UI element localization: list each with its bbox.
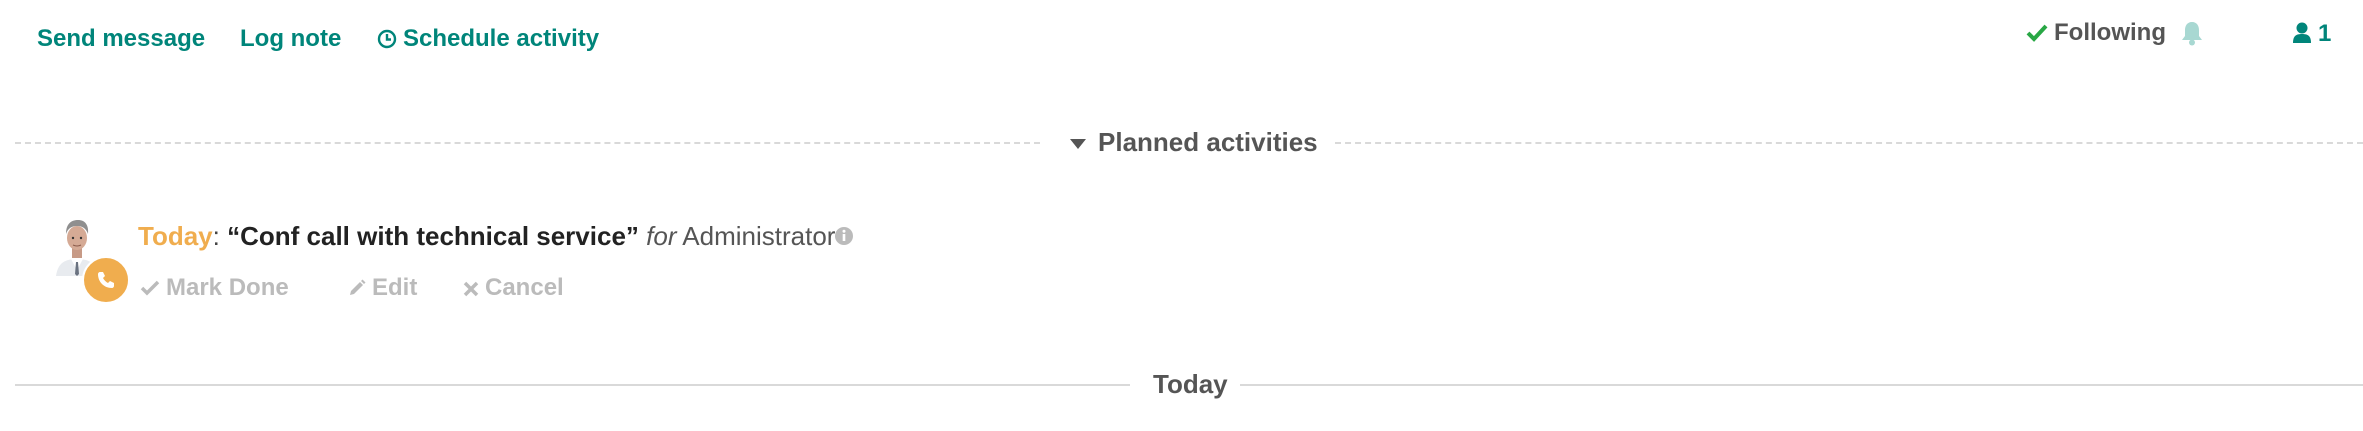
send-message-button[interactable]: Send message: [37, 24, 205, 54]
log-note-button[interactable]: Log note: [240, 24, 341, 54]
chatter-topbar: Send message Log note Schedule activity …: [0, 0, 2363, 80]
user-icon: [2293, 22, 2311, 43]
activity-date-colon: :: [212, 221, 220, 251]
edit-button[interactable]: Edit: [348, 273, 417, 303]
planned-activities-separator: Planned activities: [15, 122, 2363, 162]
pencil-icon: [350, 279, 366, 295]
activity-summary-line: Today: “Conf call with technical service…: [138, 220, 835, 252]
notification-bell-icon[interactable]: [2180, 20, 2204, 51]
edit-label: Edit: [372, 274, 418, 301]
followers-count: 1: [2318, 20, 2332, 47]
mark-done-button[interactable]: Mark Done: [140, 273, 289, 303]
info-icon[interactable]: [834, 226, 854, 251]
activity-date: Today: [138, 221, 213, 251]
close-icon: [463, 281, 479, 297]
separator-line: [1240, 384, 2363, 386]
separator-line: [15, 384, 1130, 386]
activity-assignee: Administrator: [682, 221, 836, 251]
separator-line: [1335, 142, 2363, 144]
following-button[interactable]: Following: [2026, 18, 2166, 48]
check-icon: [2026, 24, 2048, 42]
separator-line: [15, 142, 1040, 144]
schedule-activity-label: Schedule activity: [403, 25, 600, 52]
planned-activities-title: Planned activities: [1098, 127, 1318, 157]
activity-item: Today: “Conf call with technical service…: [0, 200, 2363, 320]
mark-done-label: Mark Done: [166, 274, 289, 301]
caret-down-icon: [1070, 139, 1086, 149]
log-note-label: Log note: [240, 25, 342, 52]
schedule-activity-button[interactable]: Schedule activity: [377, 24, 599, 54]
activity-for-label: for: [646, 221, 677, 251]
send-message-label: Send message: [37, 25, 206, 52]
today-separator-label: Today: [1153, 369, 1228, 399]
today-separator: Today: [15, 364, 2363, 404]
followers-button[interactable]: 1: [2292, 19, 2331, 49]
cancel-button[interactable]: Cancel: [463, 273, 564, 303]
following-label: Following: [2054, 19, 2166, 46]
check-icon: [140, 280, 160, 296]
activity-summary: “Conf call with technical service”: [227, 221, 639, 251]
planned-activities-toggle[interactable]: Planned activities: [1070, 127, 1318, 157]
phone-icon: [82, 256, 130, 304]
cancel-label: Cancel: [485, 274, 564, 301]
clock-icon: [377, 29, 397, 49]
